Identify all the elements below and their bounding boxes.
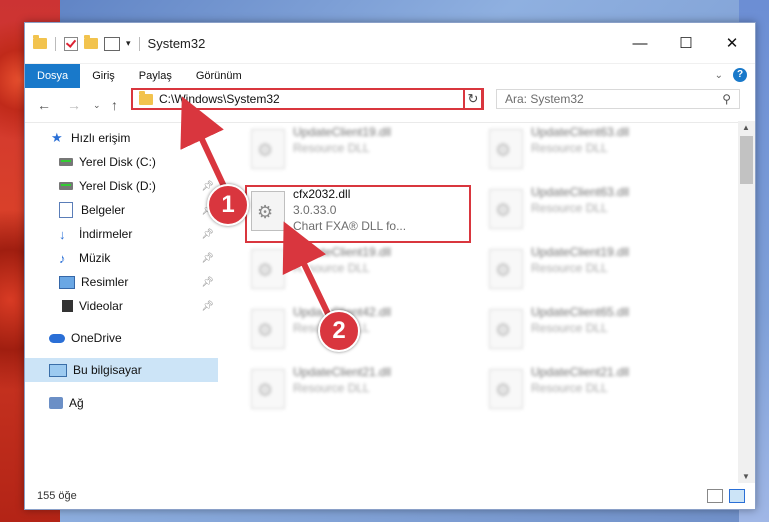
callout-step-1: 1 (207, 184, 249, 226)
annotation-arrows (180, 96, 335, 320)
arrow-2 (282, 221, 333, 320)
callout-step-2: 2 (318, 310, 360, 352)
arrow-1 (180, 96, 231, 197)
